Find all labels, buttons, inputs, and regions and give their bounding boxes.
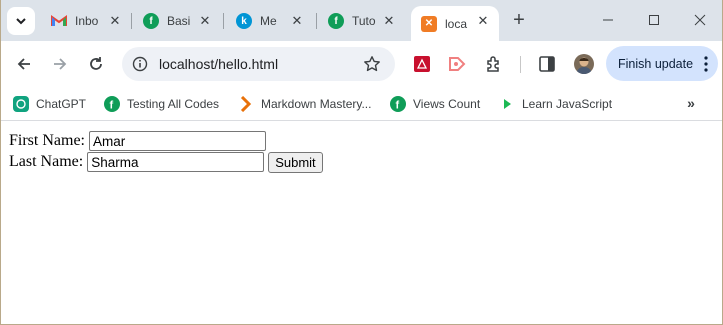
close-window-button[interactable]	[690, 10, 710, 30]
tab-title: Me	[260, 14, 277, 28]
k-logo-icon: k	[236, 13, 252, 29]
finish-update-button[interactable]: Finish update	[606, 46, 718, 81]
toolbar-divider	[520, 56, 521, 73]
profile-avatar[interactable]	[574, 54, 594, 74]
page-content: First Name: Last Name: Submit	[1, 122, 722, 324]
browser-window: Inbo ✕ f Basi ✕ k Me ✕ f Tuto ✕ ✕ loca ✕…	[0, 0, 723, 325]
address-bar[interactable]: localhost/hello.html	[122, 47, 395, 81]
f-logo-icon: f	[143, 13, 159, 29]
svg-text:f: f	[396, 100, 400, 112]
tab-strip: Inbo ✕ f Basi ✕ k Me ✕ f Tuto ✕ ✕ loca ✕…	[1, 0, 722, 41]
close-icon[interactable]: ✕	[381, 13, 397, 29]
site-info-icon[interactable]	[132, 56, 148, 72]
bookmark-label: Markdown Mastery...	[261, 97, 372, 111]
side-panel-icon[interactable]	[537, 54, 557, 74]
bookmark-star-icon[interactable]	[363, 55, 381, 73]
tab-tutorial[interactable]: f Tuto ✕	[328, 6, 397, 36]
tab-title: Inbo	[75, 14, 99, 28]
tab-divider	[131, 13, 132, 29]
close-icon[interactable]: ✕	[475, 13, 491, 29]
pdf-extension-icon[interactable]	[412, 54, 432, 74]
finish-update-label: Finish update	[618, 56, 694, 71]
back-button[interactable]	[13, 53, 35, 75]
bookmark-label: Views Count	[413, 97, 481, 111]
address-bar-url[interactable]: localhost/hello.html	[159, 56, 278, 72]
arrow-right-icon	[54, 58, 67, 70]
tab-divider	[316, 13, 317, 29]
arrow-left-icon	[17, 58, 30, 70]
bookmark-chatgpt[interactable]: ChatGPT	[13, 94, 86, 114]
tab-localhost-active[interactable]: ✕ loca ✕	[411, 6, 499, 41]
tab-basics[interactable]: f Basi ✕	[143, 6, 213, 36]
new-tab-button[interactable]: +	[509, 9, 529, 31]
bookmark-learn-javascript[interactable]: Learn JavaScript	[499, 94, 612, 114]
bookmarks-overflow-button[interactable]: »	[682, 95, 700, 113]
minimize-icon	[603, 19, 613, 21]
f-logo-icon: f	[104, 96, 120, 112]
bookmark-label: Learn JavaScript	[522, 97, 613, 111]
first-name-input[interactable]	[89, 131, 266, 151]
tab-title: Tuto	[352, 14, 376, 28]
plus-icon: +	[513, 9, 525, 31]
last-name-row: Last Name: Submit	[9, 151, 323, 173]
chatgpt-icon	[13, 96, 29, 112]
close-icon[interactable]: ✕	[197, 13, 213, 29]
gmail-icon	[51, 13, 67, 29]
markdown-chevron-icon	[238, 96, 254, 112]
reload-button[interactable]	[85, 53, 107, 75]
tab-title: Basi	[167, 14, 191, 28]
close-icon[interactable]: ✕	[107, 13, 123, 29]
reload-icon	[90, 57, 102, 70]
chevron-down-icon	[16, 18, 26, 25]
submit-button[interactable]: Submit	[268, 151, 323, 173]
tab-search-button[interactable]	[7, 7, 35, 35]
forward-button[interactable]	[49, 53, 71, 75]
double-chevron-right-icon: »	[687, 95, 695, 111]
xampp-icon: ✕	[421, 15, 437, 32]
toolbar: localhost/hello.html Finish update	[1, 41, 722, 87]
bookmark-markdown-mastery[interactable]: Markdown Mastery...	[238, 94, 371, 114]
bookmark-testing-all-codes[interactable]: f Testing All Codes	[104, 94, 219, 114]
first-name-label: First Name:	[9, 132, 85, 149]
tab-title: loca	[445, 16, 468, 31]
bookmarks-bar: ChatGPT f Testing All Codes Markdown Mas…	[1, 87, 722, 121]
extensions-puzzle-icon[interactable]	[483, 54, 503, 74]
f-logo-icon: f	[328, 13, 344, 29]
more-vertical-icon	[704, 56, 708, 72]
tab-gmail[interactable]: Inbo ✕	[51, 6, 123, 36]
tab-divider	[223, 13, 224, 29]
bookmark-label: ChatGPT	[36, 97, 87, 111]
first-name-row: First Name:	[9, 130, 266, 152]
maximize-icon	[649, 15, 659, 25]
tab-medium[interactable]: k Me ✕	[236, 6, 305, 36]
play-icon	[499, 96, 515, 112]
bookmark-views-count[interactable]: f Views Count	[390, 94, 480, 114]
close-icon	[694, 14, 706, 26]
last-name-label: Last Name:	[9, 153, 84, 170]
bookmark-label: Testing All Codes	[127, 97, 220, 111]
f-logo-icon: f	[390, 96, 406, 112]
minimize-button[interactable]	[598, 10, 618, 30]
screen-recorder-extension-icon[interactable]	[447, 54, 467, 74]
close-icon[interactable]: ✕	[289, 13, 305, 29]
svg-text:f: f	[110, 100, 114, 112]
last-name-input[interactable]	[87, 152, 265, 172]
maximize-button[interactable]	[644, 10, 664, 30]
